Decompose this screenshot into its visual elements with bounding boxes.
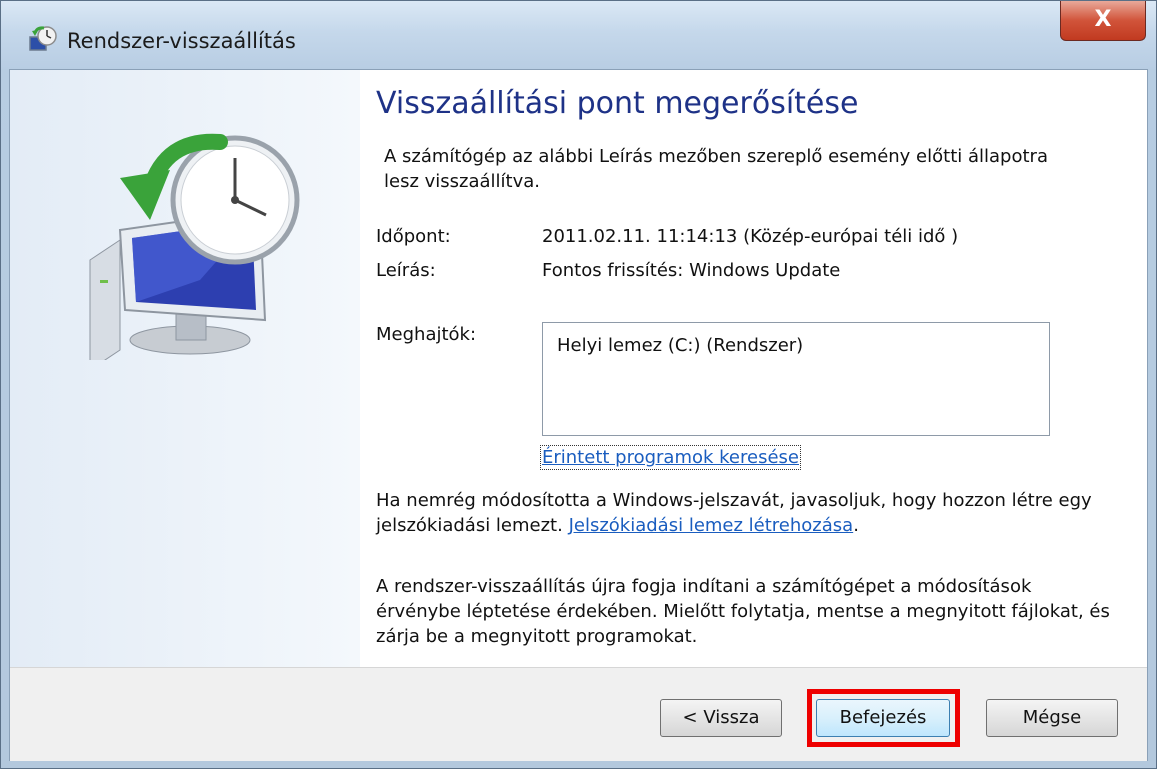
title-bar[interactable]: Rendszer-visszaállítás X (1, 1, 1156, 69)
window-title: Rendszer-visszaállítás (67, 29, 296, 53)
close-button[interactable]: X (1060, 1, 1146, 41)
finish-button[interactable]: Befejezés (816, 699, 950, 737)
restart-warning-text: A rendszer-visszaállítás újra fogja indí… (376, 576, 1110, 647)
drives-list[interactable]: Helyi lemez (C:) (Rendszer) (542, 322, 1050, 436)
page-title: Visszaállítási pont megerősítése (376, 86, 859, 121)
left-illustration-pane (10, 70, 360, 667)
restore-illustration-icon (89, 133, 300, 360)
password-suffix: . (853, 515, 859, 536)
button-bar: < Vissza Befejezés Mégse (10, 667, 1147, 761)
drives-label: Meghajtók: (376, 324, 477, 345)
password-reset-disk-link[interactable]: Jelszókiadási lemez létrehozása (569, 515, 854, 536)
affected-programs-link[interactable]: Érintett programok keresése (540, 445, 801, 470)
back-button[interactable]: < Vissza (660, 699, 782, 737)
description-value: Fontos frissítés: Windows Update (542, 260, 841, 281)
password-paragraph: Ha nemrég módosította a Windows-jelszavá… (376, 488, 1116, 538)
dialog-client-area: Visszaállítási pont megerősítése A számí… (9, 69, 1148, 761)
list-item[interactable]: Helyi lemez (C:) (Rendszer) (557, 335, 803, 356)
time-value: 2011.02.11. 11:14:13 (Közép-európai téli… (542, 226, 959, 247)
system-restore-icon (29, 26, 57, 51)
content-pane: Visszaállítási pont megerősítése A számí… (360, 70, 1147, 667)
description-label: Leírás: (376, 260, 436, 281)
cancel-button[interactable]: Mégse (986, 699, 1118, 737)
close-icon: X (1094, 7, 1112, 32)
intro-text: A számítógép az alábbi Leírás mezőben sz… (384, 146, 1048, 192)
time-label: Időpont: (376, 226, 451, 247)
system-restore-window: Rendszer-visszaállítás X Visszaállítási … (0, 0, 1157, 769)
